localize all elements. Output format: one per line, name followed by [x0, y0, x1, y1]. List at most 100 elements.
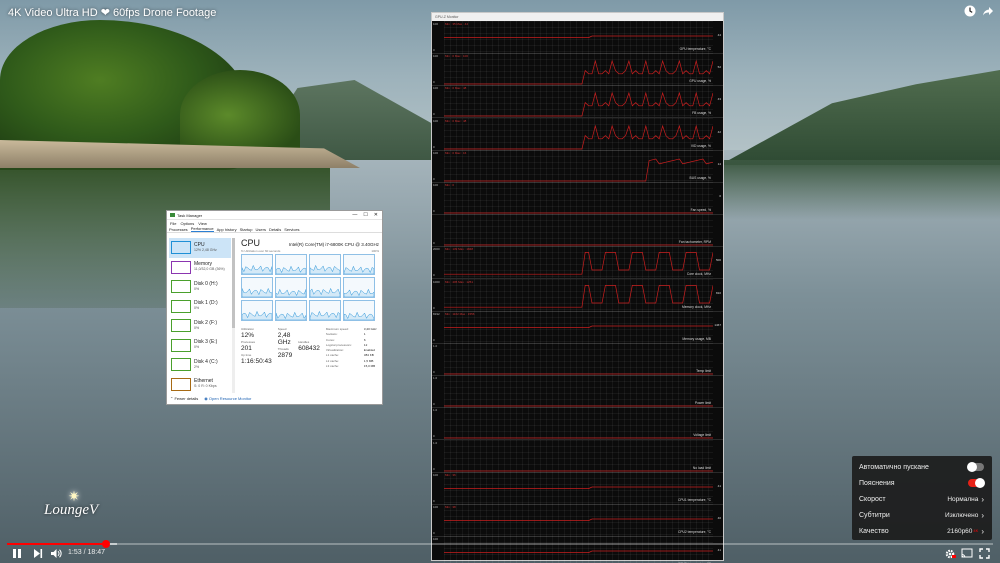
menu-view[interactable]: View — [198, 221, 207, 226]
annotations-row[interactable]: Пояснения — [852, 475, 992, 491]
sidebar-item[interactable]: Disk 0 (H:) 0% — [169, 277, 231, 297]
tab-performance[interactable]: Performance — [190, 226, 214, 232]
maximize-icon[interactable]: ☐ — [363, 212, 367, 218]
tab-app-history[interactable]: App history — [217, 227, 237, 232]
fullscreen-button[interactable] — [979, 548, 990, 560]
clock-icon[interactable] — [963, 5, 977, 19]
sidebar-item[interactable]: Disk 3 (E:) 0% — [169, 336, 231, 356]
sensor-line — [444, 59, 713, 85]
chevron-right-icon: › — [981, 526, 984, 536]
sensor-line — [444, 35, 713, 38]
task-manager-window[interactable]: Task Manager — ☐ ✕ File Options View Pro… — [166, 210, 383, 405]
volume-icon — [51, 549, 62, 558]
quality-row[interactable]: Качество 2160p604K › — [852, 523, 992, 539]
sidebar-item[interactable]: CPU 12% 2,48 GHz — [169, 238, 231, 258]
graph-max: 100% — [371, 249, 379, 253]
sidebar-item-value: 0% — [194, 345, 200, 350]
uptime-value: 1:16:50:43 — [241, 358, 272, 365]
sensor-row[interactable]: 100 0 Min : 0 Max : 48 FB usage, % 43 — [432, 85, 723, 119]
spec-label: Sockets: — [325, 332, 338, 337]
sensor-plot — [444, 375, 713, 408]
tab-startup[interactable]: Startup — [240, 227, 253, 232]
cpu-panel-title: CPU — [241, 238, 261, 248]
tab-users[interactable]: Users — [256, 227, 266, 232]
autoplay-label: Автоматично пускане — [859, 463, 929, 471]
sensor-row[interactable]: 100 0 Min : 36 CPU1 temperature, °C 41 — [432, 471, 723, 505]
sensor-minmax: Min : 139 Max : 1848 — [445, 247, 474, 252]
sensor-row[interactable]: 1000CPU3 temperature, °C41 — [432, 536, 723, 563]
tab-services[interactable]: Services — [284, 227, 299, 232]
sensor-row[interactable]: 100 0 Min : 35 Max : 44 GPU temperature, °C… — [432, 21, 723, 54]
cast-button[interactable] — [961, 548, 973, 560]
sensor-row[interactable]: 1.0 0 Temp limit — [432, 343, 723, 376]
fewer-details-link[interactable]: ⌃ Fewer details — [170, 396, 198, 401]
chevron-right-icon: › — [981, 494, 984, 504]
share-icon[interactable] — [981, 5, 995, 19]
gpu-monitor-window[interactable]: GPU-Z Monitor 100 0 Min : 35 Max : 44 GPU t… — [431, 12, 724, 563]
subtitles-row[interactable]: Субтитри Изключено › — [852, 507, 992, 523]
axis-min: 0 — [433, 112, 435, 117]
fullscreen-icon — [979, 548, 990, 559]
tab-processes[interactable]: Processes — [169, 227, 188, 232]
pause-button[interactable] — [12, 548, 22, 560]
logical-processor-graph — [309, 277, 341, 298]
sidebar-item-text: CPU 12% 2,48 GHz — [194, 242, 217, 253]
tab-details[interactable]: Details — [269, 227, 281, 232]
sensor-line — [444, 92, 713, 117]
autoplay-toggle[interactable] — [967, 462, 984, 472]
sensor-label: Memory clock, MHz — [682, 304, 711, 309]
sidebar-item-text: Disk 4 (C:) 2% — [194, 359, 218, 370]
sensor-row[interactable]: 8192 0 Min : 1162 Max : 1556 Memory usage, … — [432, 310, 723, 344]
sidebar-item[interactable]: Disk 2 (F:) 0% — [169, 316, 231, 336]
sidebar-item-thumbnail — [171, 241, 191, 255]
sensor-label: Memory usage, MB — [682, 336, 711, 341]
sidebar-scrollbar[interactable] — [232, 238, 235, 393]
axis-min: 0 — [433, 241, 435, 246]
autoplay-row[interactable]: Автоматично пускане — [852, 459, 992, 475]
progress-bar[interactable] — [7, 540, 993, 548]
fewer-details-label: Fewer details — [174, 396, 199, 401]
quality-label: Качество — [859, 527, 889, 535]
sidebar-item[interactable]: Disk 4 (C:) 2% — [169, 355, 231, 375]
menu-options[interactable]: Options — [180, 221, 194, 226]
channel-watermark[interactable]: ✷ LoungeV — [40, 488, 110, 522]
annotations-toggle[interactable] — [968, 478, 985, 488]
sidebar-item-thumbnail — [171, 377, 191, 391]
sensor-row[interactable]: 100 0 Min : 38 CPU2 temperature, °C 40 — [432, 504, 723, 537]
sensor-plot — [444, 246, 713, 279]
close-icon[interactable]: ✕ — [374, 212, 378, 218]
settings-button[interactable] — [944, 548, 956, 560]
sensor-row[interactable]: 0 Fan tachometer, RPM — [432, 214, 723, 248]
next-button[interactable] — [33, 548, 43, 560]
sensor-row[interactable]: 2000 0 Min : 139 Max : 1848 Core clock, MHz… — [432, 246, 723, 280]
sensor-row[interactable]: 100 0 Min : 0 Max : 48 VID usage, % 42 — [432, 117, 723, 151]
spec-label: Virtualization: — [325, 348, 344, 353]
axis-min: 0 — [433, 434, 435, 439]
axis-min: 0 — [433, 209, 435, 213]
chevron-up-icon: ⌃ — [170, 396, 174, 401]
task-manager-titlebar[interactable]: Task Manager — ☐ ✕ — [167, 211, 382, 220]
speed-row[interactable]: Скорост Нормална › — [852, 491, 992, 507]
logical-processor-graph — [275, 277, 307, 298]
menu-file[interactable]: File — [170, 221, 176, 226]
axis-max: 1.0 — [433, 408, 438, 413]
sensor-label: Core clock, MHz — [686, 272, 711, 277]
sensor-row[interactable]: 1000 0 Min : 405 Max : 1251 Memory clock, M… — [432, 278, 723, 312]
scrubber-handle[interactable] — [101, 540, 110, 548]
sidebar-item[interactable]: Disk 1 (D:) 0% — [169, 297, 231, 317]
sidebar-item[interactable]: Ethernet S: 0 R: 0 Kbps — [169, 375, 231, 394]
sensor-row[interactable]: 1.0 0 No load limit — [432, 439, 723, 473]
sensor-row[interactable]: 1.0 0 Power limit — [432, 375, 723, 409]
open-resource-monitor-link[interactable]: ◉ Open Resource Monitor — [204, 396, 251, 401]
video-title[interactable]: 4K Video Ultra HD ❤ 60fps Drone Footage — [8, 6, 216, 19]
minimize-icon[interactable]: — — [352, 212, 357, 218]
sidebar-item[interactable]: Memory 11,0/32,0 GB (36%) — [169, 258, 231, 278]
sensor-row[interactable]: 100 0 Min : 0 Fan speed, % 0 — [432, 182, 723, 215]
axis-min: 0 — [433, 176, 435, 181]
sensor-value: 52 — [717, 65, 721, 70]
sensor-row[interactable]: 100 0 Min : 0 Max : 16 BUS usage, % 14 — [432, 149, 723, 183]
volume-button[interactable] — [50, 548, 62, 560]
sensor-row[interactable]: 100 0 Min : 0 Max : 100 GPU usage, % 52 — [432, 53, 723, 87]
sensor-line — [444, 325, 713, 328]
sensor-row[interactable]: 1.0 0 Voltage limit — [432, 407, 723, 441]
